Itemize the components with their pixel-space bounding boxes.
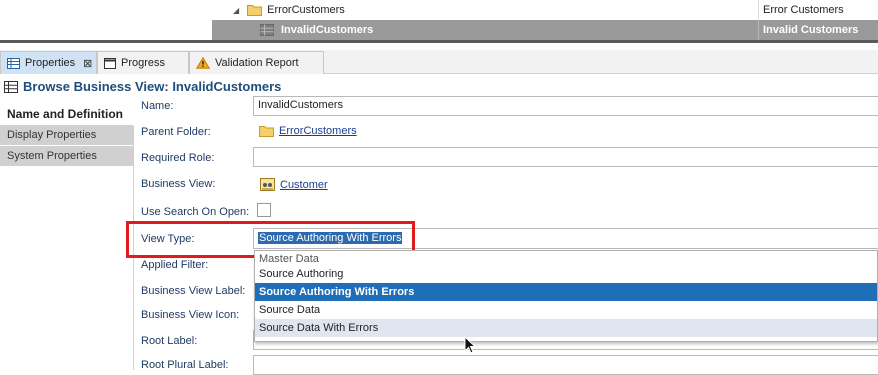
use-search-label: Use Search On Open: (141, 206, 250, 218)
business-view-label: Business View: (141, 178, 216, 190)
tab-progress[interactable]: Progress (97, 51, 189, 74)
table-grid-icon (260, 24, 274, 36)
mouse-cursor-icon (464, 335, 477, 354)
nav-item-display-properties[interactable]: Display Properties (0, 125, 133, 145)
root-plural-label-label: Root Plural Label: (141, 359, 229, 371)
dropdown-option-source-authoring-with-errors[interactable]: Source Authoring With Errors (255, 283, 877, 301)
tree-item-name: ErrorCustomers (267, 4, 345, 16)
name-field[interactable]: InvalidCustomers (253, 96, 878, 116)
dropdown-option-source-data[interactable]: Source Data (255, 301, 877, 319)
tree-item-label: Invalid Customers (758, 20, 858, 40)
tab-label: Validation Report (215, 57, 299, 69)
dropdown-option-source-authoring[interactable]: Source Authoring (255, 265, 877, 283)
use-search-checkbox[interactable] (257, 203, 271, 217)
business-view-link[interactable]: Customer (260, 178, 328, 191)
page-title: Browse Business View: InvalidCustomers (0, 76, 878, 97)
business-view-icon-label: Business View Icon: (141, 309, 240, 321)
tab-label: Properties (25, 57, 76, 69)
tree-row-errorcustomers[interactable]: ◢ ErrorCustomers Error Customers (212, 0, 878, 20)
parent-folder-value[interactable]: ErrorCustomers (279, 125, 357, 137)
tab-bar: Properties ⊠ Progress Validation Report (0, 50, 878, 74)
view-type-dropdown: Master Data Source Authoring Source Auth… (254, 250, 878, 342)
root-plural-label-field[interactable] (253, 355, 878, 375)
folder-icon (247, 4, 263, 16)
progress-window-icon (104, 57, 116, 69)
panel-divider (0, 40, 878, 43)
close-icon[interactable]: ⊠ (83, 57, 92, 70)
business-view-icon (260, 178, 275, 191)
tab-properties[interactable]: Properties ⊠ (0, 51, 97, 74)
tree-panel: ◢ ErrorCustomers Error Customers Invalid… (0, 0, 878, 43)
required-role-label: Required Role: (141, 152, 215, 164)
table-grid-icon (4, 80, 18, 93)
dropdown-option-master-data[interactable]: Master Data (255, 251, 877, 265)
nav-item-name-and-definition[interactable]: Name and Definition (0, 104, 133, 124)
applied-filter-label: Applied Filter: (141, 259, 209, 271)
parent-folder-label: Parent Folder: (141, 126, 211, 138)
required-role-field[interactable] (253, 147, 878, 167)
tree-row-invalidcustomers[interactable]: InvalidCustomers Invalid Customers (212, 20, 878, 40)
tree-item-name: InvalidCustomers (281, 24, 374, 36)
page-title-text: Browse Business View: InvalidCustomers (23, 79, 282, 94)
dropdown-option-source-data-with-errors[interactable]: Source Data With Errors (255, 319, 877, 337)
section-nav: Name and Definition Display Properties S… (0, 104, 133, 167)
business-view-value[interactable]: Customer (280, 179, 328, 191)
nav-item-system-properties[interactable]: System Properties (0, 146, 133, 166)
business-view-label-label: Business View Label: (141, 285, 246, 297)
root-label-label: Root Label: (141, 335, 198, 347)
warning-icon (196, 57, 210, 69)
tree-item-label: Error Customers (758, 0, 844, 20)
parent-folder-link[interactable]: ErrorCustomers (259, 125, 357, 137)
name-label: Name: (141, 100, 174, 112)
folder-icon (259, 125, 274, 137)
tab-label: Progress (121, 57, 166, 69)
tab-validation-report[interactable]: Validation Report (189, 51, 324, 74)
expand-arrow-icon[interactable]: ◢ (233, 6, 239, 15)
properties-grid-icon (7, 57, 20, 69)
